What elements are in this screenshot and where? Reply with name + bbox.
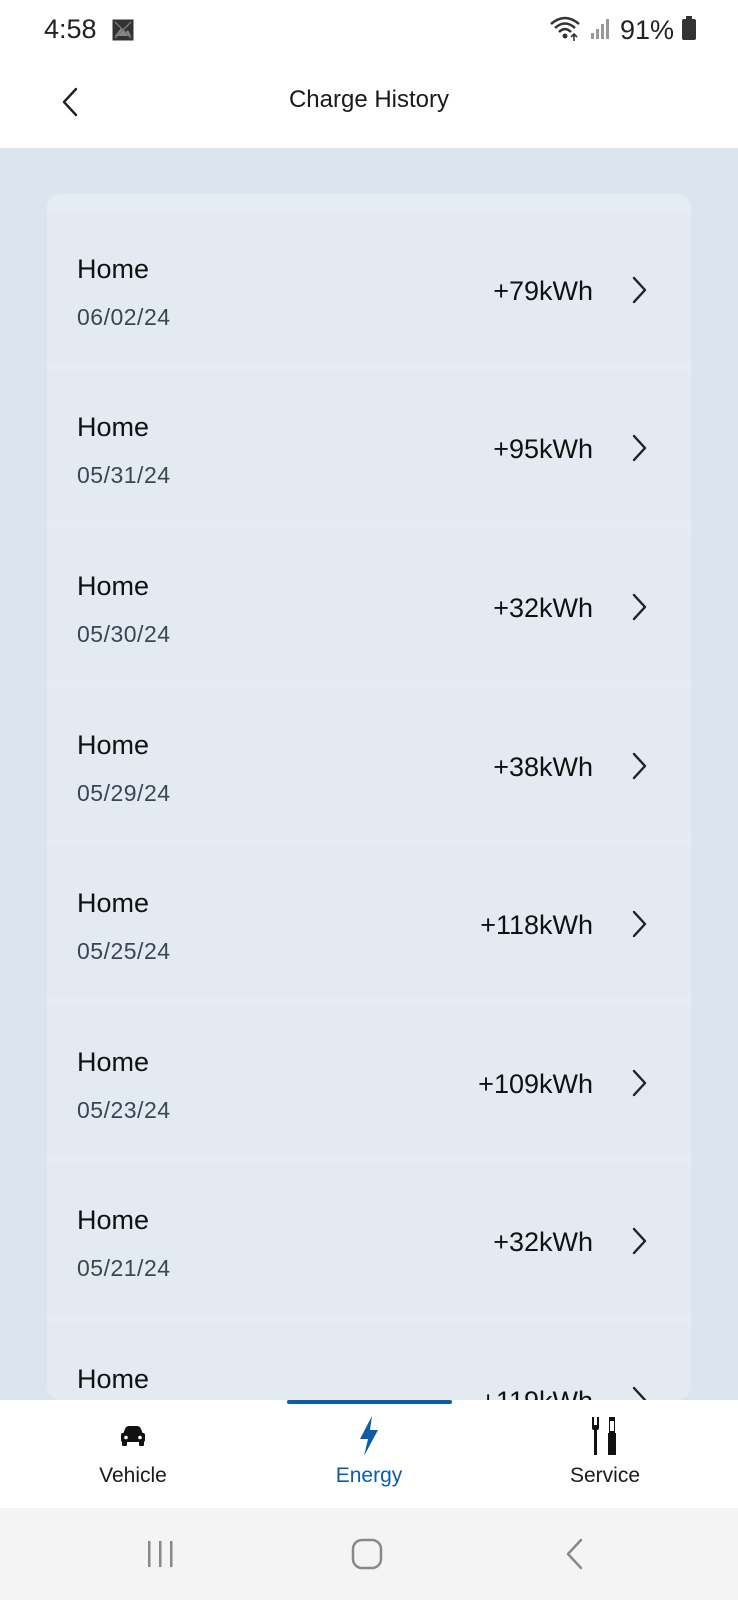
chevron-right-icon bbox=[632, 1386, 647, 1400]
charge-history-item[interactable]: Home 05/31/24 +95kWh bbox=[47, 370, 691, 521]
charge-history-item[interactable]: Home +119kWh bbox=[47, 1322, 691, 1400]
item-location: Home bbox=[77, 571, 150, 601]
list-top-strip bbox=[47, 194, 691, 208]
status-time: 4:58 bbox=[44, 14, 97, 44]
nav-item-service[interactable]: Service bbox=[515, 1414, 695, 1504]
item-date: 05/29/24 bbox=[77, 780, 171, 806]
battery-percent: 91% bbox=[619, 15, 674, 45]
lightning-icon bbox=[360, 1416, 378, 1456]
item-location: Home bbox=[77, 730, 150, 760]
nav-label: Energy bbox=[335, 1464, 403, 1487]
chevron-right-icon bbox=[632, 1069, 647, 1097]
item-date: 05/21/24 bbox=[77, 1255, 171, 1281]
signal-icon bbox=[590, 16, 612, 45]
item-location: Home bbox=[77, 888, 150, 918]
item-date: 06/02/24 bbox=[77, 304, 171, 330]
chevron-right-icon bbox=[632, 752, 647, 780]
item-location: Home bbox=[77, 1364, 150, 1394]
chevron-right-icon bbox=[632, 276, 647, 304]
item-energy: +118kWh bbox=[480, 910, 593, 940]
item-energy: +119kWh bbox=[480, 1386, 593, 1400]
charge-history-item[interactable]: Home 05/29/24 +38kWh bbox=[47, 688, 691, 839]
home-button[interactable] bbox=[337, 1532, 397, 1576]
item-date: 05/30/24 bbox=[77, 621, 171, 647]
item-date: 05/23/24 bbox=[77, 1097, 171, 1123]
chevron-right-icon bbox=[632, 1227, 647, 1255]
charge-history-list[interactable]: Home 06/02/24 +79kWh Home 05/31/24 +95kW… bbox=[47, 194, 691, 1400]
wifi-icon bbox=[548, 14, 582, 47]
active-tab-indicator bbox=[287, 1400, 452, 1404]
item-location: Home bbox=[77, 254, 150, 284]
item-energy: +32kWh bbox=[493, 1227, 593, 1257]
nav-label: Service bbox=[569, 1464, 641, 1487]
charge-history-item[interactable]: Home 05/30/24 +32kWh bbox=[47, 529, 691, 680]
charge-history-item[interactable]: Home 06/02/24 +79kWh bbox=[47, 212, 691, 363]
charge-history-item[interactable]: Home 05/23/24 +109kWh bbox=[47, 1005, 691, 1156]
content-area[interactable]: Home 06/02/24 +79kWh Home 05/31/24 +95kW… bbox=[0, 148, 738, 1400]
item-energy: +95kWh bbox=[493, 434, 593, 464]
recent-apps-button[interactable] bbox=[130, 1532, 190, 1576]
system-nav-bar bbox=[0, 1508, 738, 1600]
item-location: Home bbox=[77, 1205, 150, 1235]
chevron-right-icon bbox=[632, 593, 647, 621]
system-back-button[interactable] bbox=[545, 1532, 605, 1576]
chevron-right-icon bbox=[632, 910, 647, 938]
home-icon bbox=[351, 1538, 383, 1570]
charge-history-item[interactable]: Home 05/25/24 +118kWh bbox=[47, 846, 691, 997]
page-title: Charge History bbox=[288, 86, 450, 113]
status-right: 91% bbox=[548, 14, 696, 47]
battery-icon bbox=[682, 16, 696, 45]
bottom-nav: Vehicle Energy Service bbox=[0, 1400, 738, 1508]
charge-history-item[interactable]: Home 05/21/24 +32kWh bbox=[47, 1163, 691, 1314]
gallery-notification-icon bbox=[111, 18, 135, 42]
item-location: Home bbox=[77, 1047, 150, 1077]
app-header: Charge History bbox=[0, 62, 738, 148]
item-energy: +79kWh bbox=[493, 276, 593, 306]
nav-label: Vehicle bbox=[99, 1464, 167, 1487]
nav-item-energy[interactable]: Energy bbox=[279, 1414, 459, 1504]
item-date: 05/25/24 bbox=[77, 938, 171, 964]
item-energy: +109kWh bbox=[478, 1069, 593, 1099]
item-date: 05/31/24 bbox=[77, 462, 171, 488]
car-icon bbox=[121, 1426, 145, 1446]
item-energy: +32kWh bbox=[493, 593, 593, 623]
item-energy: +38kWh bbox=[493, 752, 593, 782]
nav-item-vehicle[interactable]: Vehicle bbox=[43, 1414, 223, 1504]
chevron-left-icon bbox=[566, 1538, 583, 1570]
chevron-right-icon bbox=[632, 434, 647, 462]
tools-icon bbox=[592, 1417, 616, 1455]
item-location: Home bbox=[77, 412, 150, 442]
status-bar: 4:58 91% bbox=[0, 0, 738, 62]
recent-apps-icon bbox=[148, 1541, 173, 1567]
